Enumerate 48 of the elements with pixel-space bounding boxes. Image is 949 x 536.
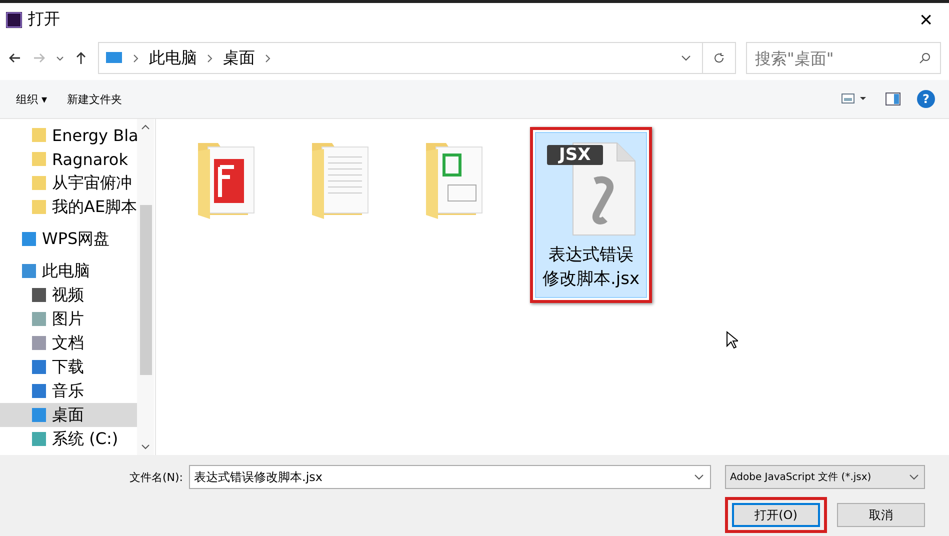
open-button[interactable]: 打开(O) [732, 503, 820, 527]
sidebar-item[interactable]: 此电脑 [0, 259, 137, 283]
sidebar-item[interactable]: 图片 [0, 307, 137, 331]
scrollbar[interactable] [137, 119, 154, 455]
chevron-right-icon[interactable] [207, 54, 213, 62]
preview-pane-icon[interactable] [885, 92, 901, 106]
window-title: 打开 [28, 9, 60, 30]
folder-icon [32, 152, 46, 166]
view-icon[interactable] [841, 92, 869, 106]
file-type-dropdown[interactable]: Adobe JavaScript 文件 (*.jsx) [725, 465, 925, 489]
file-name: 表达式错误修改脚本.jsx [541, 244, 641, 291]
new-folder-button[interactable]: 新建文件夹 [65, 90, 124, 108]
cursor-icon [726, 331, 738, 349]
help-button[interactable]: ? [917, 90, 935, 108]
sidebar-item[interactable]: Energy Bla [0, 123, 137, 147]
cancel-button[interactable]: 取消 [837, 503, 925, 527]
folder-icon [32, 176, 46, 190]
search-icon [919, 52, 931, 64]
sidebar-item[interactable]: 我的AE脚本 [0, 195, 137, 219]
filename-field[interactable]: 表达式错误修改脚本.jsx [189, 465, 711, 489]
sidebar-item[interactable]: 下载 [0, 355, 137, 379]
file-item[interactable]: JSX 表达式错误修改脚本.jsx [535, 132, 647, 298]
sidebar-item[interactable]: 系统 (C:) [0, 427, 137, 451]
scroll-down-icon[interactable] [141, 444, 150, 450]
app-icon [6, 12, 22, 28]
file-type-badge: JSX [547, 145, 603, 165]
sidebar-item[interactable]: 文档 [0, 331, 137, 355]
refresh-icon [713, 52, 725, 64]
chevron-right-icon[interactable] [265, 54, 271, 62]
close-button[interactable]: × [903, 4, 949, 34]
address-bar[interactable]: 此电脑 桌面 [98, 42, 736, 74]
up-icon[interactable] [74, 51, 88, 65]
folder-icon [32, 128, 46, 142]
scroll-up-icon[interactable] [141, 124, 150, 130]
sidebar-item[interactable]: 从宇宙俯冲 [0, 171, 137, 195]
folder-icon [32, 200, 46, 214]
organize-button[interactable]: 组织 ▾ [14, 90, 50, 108]
sidebar-item[interactable]: Ragnarok [0, 147, 137, 171]
sidebar-item[interactable]: 视频 [0, 283, 137, 307]
chevron-right-icon[interactable] [133, 54, 139, 62]
search-field[interactable]: 搜索"桌面" [746, 42, 941, 74]
back-icon[interactable] [8, 51, 22, 65]
sidebar-item[interactable]: 音乐 [0, 379, 137, 403]
breadcrumb[interactable]: 桌面 [223, 48, 255, 68]
breadcrumb[interactable]: 此电脑 [149, 48, 197, 68]
sidebar-item[interactable]: WPS网盘 [0, 227, 137, 251]
sidebar-item[interactable]: 桌面 [0, 403, 137, 427]
filename-label: 文件名(N): [129, 470, 183, 484]
